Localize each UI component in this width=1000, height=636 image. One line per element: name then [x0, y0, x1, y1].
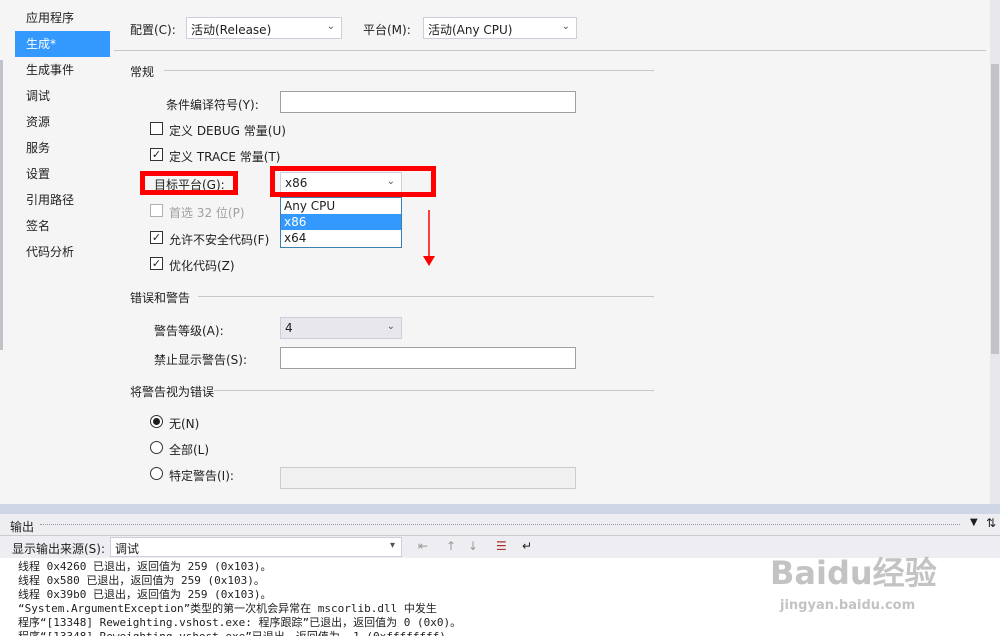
scrollbar-thumb[interactable] — [991, 64, 999, 354]
define-trace-checkbox[interactable]: ✓ — [150, 148, 163, 161]
platform-label: 平台(M): — [363, 23, 411, 37]
chevron-down-icon: ▾ — [389, 540, 395, 551]
sidebar-item-application[interactable]: 应用程序 — [15, 5, 110, 31]
dropdown-option-anycpu[interactable]: Any CPU — [281, 198, 401, 214]
prefer-32bit-checkbox[interactable] — [150, 204, 163, 217]
next-message-icon[interactable]: ↓ — [468, 539, 478, 553]
define-debug-checkbox[interactable] — [150, 122, 163, 135]
configuration-label: 配置(C): — [130, 23, 176, 37]
previous-message-icon[interactable]: ↑ — [446, 539, 456, 553]
treat-all-radio[interactable] — [150, 441, 163, 454]
checkmark-icon: ✓ — [151, 231, 162, 244]
allow-unsafe-checkbox[interactable]: ✓ — [150, 231, 163, 244]
target-platform-label-highlight — [140, 171, 238, 195]
header-divider — [114, 50, 986, 51]
sidebar-item-resources[interactable]: 资源 — [15, 109, 110, 135]
warning-level-value: 4 — [285, 321, 293, 335]
suppress-warnings-label: 禁止显示警告(S): — [154, 353, 248, 367]
build-properties-page: 配置(C): 活动(Release) ⌄ 平台(M): 活动(Any CPU) … — [114, 0, 986, 504]
dropdown-option-x64[interactable]: x64 — [281, 230, 401, 246]
checkmark-icon: ✓ — [151, 257, 162, 270]
sidebar-item-code-analysis[interactable]: 代码分析 — [15, 239, 110, 265]
platform-value: 活动(Any CPU) — [428, 23, 513, 37]
treat-all-label: 全部(L) — [169, 443, 210, 457]
sidebar-item-reference-paths[interactable]: 引用路径 — [15, 187, 110, 213]
output-panel-title: 输出 — [10, 520, 35, 534]
suppress-warnings-input[interactable] — [280, 347, 576, 369]
red-arrow-down-icon — [423, 210, 435, 266]
treat-specific-radio[interactable] — [150, 467, 163, 480]
chevron-down-icon: ⌄ — [386, 321, 395, 332]
conditional-symbols-label: 条件编译符号(Y): — [166, 98, 259, 112]
panel-splitter[interactable] — [0, 504, 1000, 514]
sidebar-item-services[interactable]: 服务 — [15, 135, 110, 161]
watermark-url: jingyan.baidu.com — [780, 598, 916, 613]
page-scrollbar[interactable] — [990, 0, 1000, 504]
errors-section-title: 错误和警告 — [130, 291, 191, 305]
configuration-value: 活动(Release) — [191, 23, 272, 37]
find-message-icon[interactable]: ⇤ — [418, 539, 428, 553]
sidebar-item-build[interactable]: 生成* — [15, 31, 110, 57]
output-source-value: 调试 — [115, 542, 140, 556]
pin-icon[interactable]: ⇅ — [986, 516, 996, 530]
output-panel-header: 输出 ▼ ⇅ — [0, 514, 1000, 536]
general-section-line — [164, 70, 654, 71]
treat-specific-label: 特定警告(I): — [169, 469, 234, 483]
word-wrap-icon[interactable]: ↵ — [522, 539, 532, 553]
output-source-label: 显示输出来源(S): — [12, 542, 106, 556]
prefer-32bit-label: 首选 32 位(P) — [169, 206, 245, 220]
target-platform-select-highlight — [270, 166, 436, 197]
treat-warnings-section-line — [214, 390, 654, 391]
treat-none-radio[interactable] — [150, 415, 163, 428]
treat-none-label: 无(N) — [169, 417, 200, 431]
sidebar-scrollbar[interactable] — [0, 60, 3, 350]
warning-level-select[interactable]: 4 ⌄ — [280, 317, 402, 339]
configuration-select[interactable]: 活动(Release) ⌄ — [186, 17, 342, 39]
optimize-code-checkbox[interactable]: ✓ — [150, 257, 163, 270]
dropdown-option-x86[interactable]: x86 — [281, 214, 401, 230]
sidebar-item-signing[interactable]: 签名 — [15, 213, 110, 239]
chevron-down-icon: ⌄ — [326, 21, 335, 32]
specific-warnings-input[interactable] — [280, 467, 576, 489]
checkmark-icon: ✓ — [151, 148, 162, 161]
optimize-code-label: 优化代码(Z) — [169, 259, 235, 273]
output-line: 程序“[13348] Reweighting.vshost.exe”已退出，返回… — [18, 628, 457, 636]
sidebar-item-settings[interactable]: 设置 — [15, 161, 110, 187]
sidebar-item-build-events[interactable]: 生成事件 — [15, 57, 110, 83]
chevron-down-icon: ⌄ — [561, 21, 570, 32]
watermark-logo: Baidu经验 — [770, 554, 937, 592]
treat-warnings-section-title: 将警告视为错误 — [130, 385, 215, 399]
errors-section-line — [198, 296, 654, 297]
allow-unsafe-label: 允许不安全代码(F) — [169, 233, 270, 247]
radio-dot — [153, 418, 160, 425]
conditional-symbols-input[interactable] — [280, 91, 576, 113]
dropdown-arrow-icon[interactable]: ▼ — [970, 517, 978, 528]
warning-level-label: 警告等级(A): — [154, 324, 224, 338]
define-debug-label: 定义 DEBUG 常量(U) — [169, 124, 286, 138]
target-platform-dropdown[interactable]: Any CPU x86 x64 — [280, 197, 402, 248]
general-section-title: 常规 — [130, 65, 155, 79]
header-grip — [40, 524, 960, 526]
property-sidebar: 应用程序 生成* 生成事件 调试 资源 服务 设置 引用路径 签名 代码分析 — [0, 0, 114, 504]
define-trace-label: 定义 TRACE 常量(T) — [169, 150, 281, 164]
clear-all-icon[interactable]: ☰ — [496, 539, 507, 553]
platform-select[interactable]: 活动(Any CPU) ⌄ — [423, 17, 577, 39]
output-source-select[interactable]: 调试 ▾ — [110, 537, 402, 557]
sidebar-item-debug[interactable]: 调试 — [15, 83, 110, 109]
